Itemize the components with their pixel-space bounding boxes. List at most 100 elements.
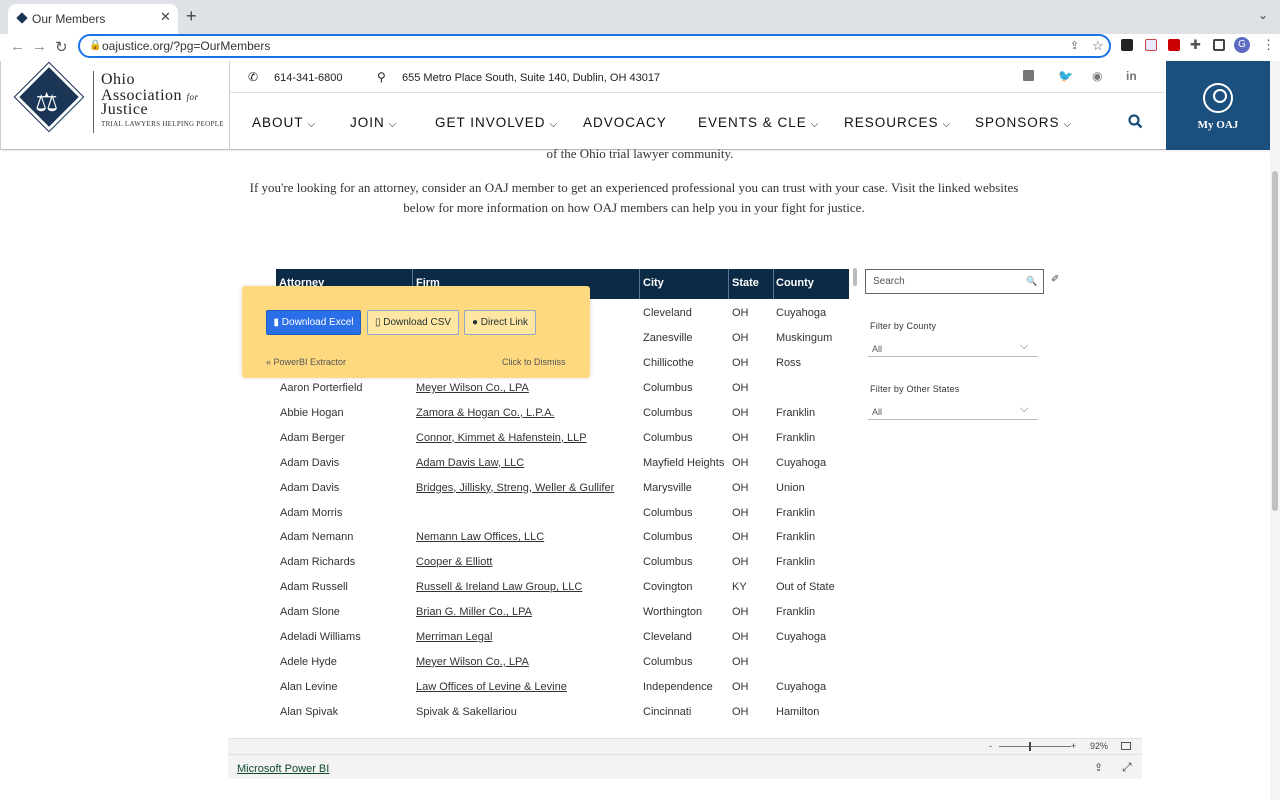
browser-menu-icon[interactable]: ⋮ <box>1262 37 1275 53</box>
nav-advocacy[interactable]: ADVOCACY <box>583 115 667 130</box>
site-search-icon[interactable] <box>1128 114 1143 129</box>
powerbi-extractor-link[interactable]: « PowerBI Extractor <box>266 357 346 367</box>
cell-city: Cincinnati <box>643 705 692 718</box>
page-scrollbar-thumb[interactable] <box>1272 171 1278 511</box>
cell-attorney: Adam Morris <box>280 506 343 519</box>
fullscreen-icon[interactable]: ⤢ <box>1122 760 1132 775</box>
twitter-icon[interactable]: 🐦 <box>1058 69 1073 83</box>
microsoft-powerbi-link[interactable]: Microsoft Power BI <box>237 763 329 775</box>
extensions-puzzle-icon[interactable]: ✚ <box>1190 37 1201 53</box>
bookmark-star-icon[interactable]: ☆ <box>1092 38 1104 54</box>
close-tab-icon[interactable]: ✕ <box>160 9 171 25</box>
url-text[interactable]: oajustice.org/?pg=OurMembers <box>102 39 270 53</box>
cell-attorney: Adele Hyde <box>280 655 337 668</box>
my-oaj-button[interactable]: My OAJ <box>1166 61 1270 150</box>
download-csv-button[interactable]: ▯ Download CSV <box>367 310 459 335</box>
cell-firm-link[interactable]: Adam Davis Law, LLC <box>416 457 524 469</box>
share-icon[interactable]: ⇪ <box>1070 39 1079 52</box>
fit-to-page-icon[interactable] <box>1121 742 1131 750</box>
header-divider <box>773 269 774 299</box>
nav-resources[interactable]: RESOURCES ⌵ <box>844 115 951 130</box>
cell-firm-link[interactable]: Russell & Ireland Law Group, LLC <box>416 581 582 593</box>
direct-link-button[interactable]: ● Direct Link <box>464 310 536 335</box>
cell-firm-link[interactable]: Law Offices of Levine & Levine <box>416 681 567 693</box>
cell-state: OH <box>732 631 749 643</box>
col-state[interactable]: State <box>732 277 759 289</box>
podcast-icon[interactable]: ◉ <box>1092 69 1102 83</box>
nav-get-involved[interactable]: GET INVOLVED ⌵ <box>435 115 558 130</box>
side-panel-icon[interactable] <box>1213 39 1225 51</box>
my-oaj-label: My OAJ <box>1197 119 1239 131</box>
col-county[interactable]: County <box>776 277 814 289</box>
table-scrollbar[interactable] <box>853 268 857 286</box>
phone-number[interactable]: 614-341-6800 <box>274 72 343 84</box>
main-nav: ABOUT ⌵ JOIN ⌵ GET INVOLVED ⌵ ADVOCACY EVEN… <box>230 93 1165 150</box>
download-excel-button[interactable]: ▮ Download Excel <box>266 310 361 335</box>
reload-icon[interactable]: ↻ <box>55 38 68 56</box>
share-icon[interactable]: ⇪ <box>1094 761 1103 774</box>
cell-firm-link[interactable]: Bridges, Jillisky, Streng, Weller & Gull… <box>416 482 614 494</box>
nav-about[interactable]: ABOUT ⌵ <box>252 115 316 130</box>
cell-firm-link[interactable]: Zamora & Hogan Co., L.P.A. <box>416 407 555 419</box>
nav-sponsors[interactable]: SPONSORS ⌵ <box>975 115 1072 130</box>
zoom-in-button[interactable]: + <box>1071 741 1076 751</box>
zoom-out-button[interactable]: - <box>989 741 992 751</box>
cell-state: OH <box>732 332 749 344</box>
cell-firm-link[interactable]: Cooper & Elliott <box>416 556 492 568</box>
states-filter-value: All <box>872 407 883 417</box>
zoom-slider[interactable] <box>999 746 1071 747</box>
extension-pbi-icon[interactable] <box>1145 39 1157 51</box>
nav-events-cle[interactable]: EVENTS & CLE ⌵ <box>698 115 819 130</box>
states-filter-select[interactable]: All ⌵ <box>868 401 1038 420</box>
cell-firm-link[interactable]: Merriman Legal <box>416 631 492 643</box>
cell-attorney: Abbie Hogan <box>280 406 344 419</box>
cell-state: OH <box>732 506 749 519</box>
cell-attorney: Adam Davis <box>280 456 340 469</box>
cell-county: Franklin <box>776 506 816 519</box>
oaj-logo[interactable]: ⚖ Ohio Association for Justice Trial Law… <box>0 61 230 150</box>
cell-state: OH <box>732 431 749 444</box>
forward-arrow-icon[interactable]: → <box>32 38 47 55</box>
cell-state: KY <box>732 581 747 594</box>
powerbi-extractor-popup[interactable]: ▮ Download Excel ▯ Download CSV ● Direct… <box>242 286 590 378</box>
cell-state: OH <box>732 680 749 693</box>
office-address[interactable]: 655 Metro Place South, Suite 140, Dublin… <box>402 72 660 84</box>
tab-search-icon[interactable]: ⌄ <box>1258 8 1268 22</box>
cell-firm-link[interactable]: Brian G. Miller Co., LPA <box>416 606 532 618</box>
profile-avatar[interactable]: G <box>1234 37 1250 53</box>
facebook-icon[interactable] <box>1023 70 1034 81</box>
cell-county: Cuyahoga <box>776 307 827 319</box>
cell-county: Ross <box>776 357 802 369</box>
col-city[interactable]: City <box>643 277 664 289</box>
cell-city: Chillicothe <box>643 357 694 369</box>
cell-firm-link[interactable]: Meyer Wilson Co., LPA <box>416 656 529 668</box>
linkedin-icon[interactable]: in <box>1126 69 1137 83</box>
new-tab-button[interactable]: + <box>186 6 197 27</box>
logo-line-justice: Justice <box>101 101 149 118</box>
cell-firm-link[interactable]: Meyer Wilson Co., LPA <box>416 382 529 394</box>
search-input[interactable]: Search 🔍 <box>865 269 1044 294</box>
cell-county: Union <box>776 481 805 494</box>
cell-city: Covington <box>643 581 693 594</box>
extension-red-icon[interactable] <box>1168 39 1180 51</box>
zoom-slider-thumb[interactable] <box>1029 742 1031 751</box>
extension-b-icon[interactable] <box>1121 39 1133 51</box>
cell-state: OH <box>732 382 749 394</box>
address-bar[interactable]: 🔒 oajustice.org/?pg=OurMembers ⇪ ☆ <box>78 34 1111 58</box>
chevron-down-icon: ⌵ <box>1063 119 1073 130</box>
phone-icon: ✆ <box>248 70 259 84</box>
header-divider <box>639 269 640 299</box>
dismiss-link[interactable]: Click to Dismiss <box>502 357 566 367</box>
cell-city: Cleveland <box>643 307 692 319</box>
county-filter-select[interactable]: All ⌵ <box>868 338 1038 357</box>
page-scrollbar[interactable] <box>1270 61 1280 800</box>
intro-paragraph-line2: below for more information on how OAJ me… <box>403 200 865 215</box>
back-arrow-icon[interactable]: ← <box>10 38 25 55</box>
cell-firm-link[interactable]: Nemann Law Offices, LLC <box>416 531 544 543</box>
browser-tab[interactable]: Our Members ✕ <box>8 4 178 34</box>
eraser-icon[interactable]: ✐ <box>1051 274 1059 285</box>
nav-join[interactable]: JOIN ⌵ <box>350 115 397 130</box>
cell-county: Cuyahoga <box>776 680 827 693</box>
cell-firm-link[interactable]: Connor, Kimmet & Hafenstein, LLP <box>416 432 587 444</box>
cell-attorney: Adam Russell <box>280 581 348 594</box>
